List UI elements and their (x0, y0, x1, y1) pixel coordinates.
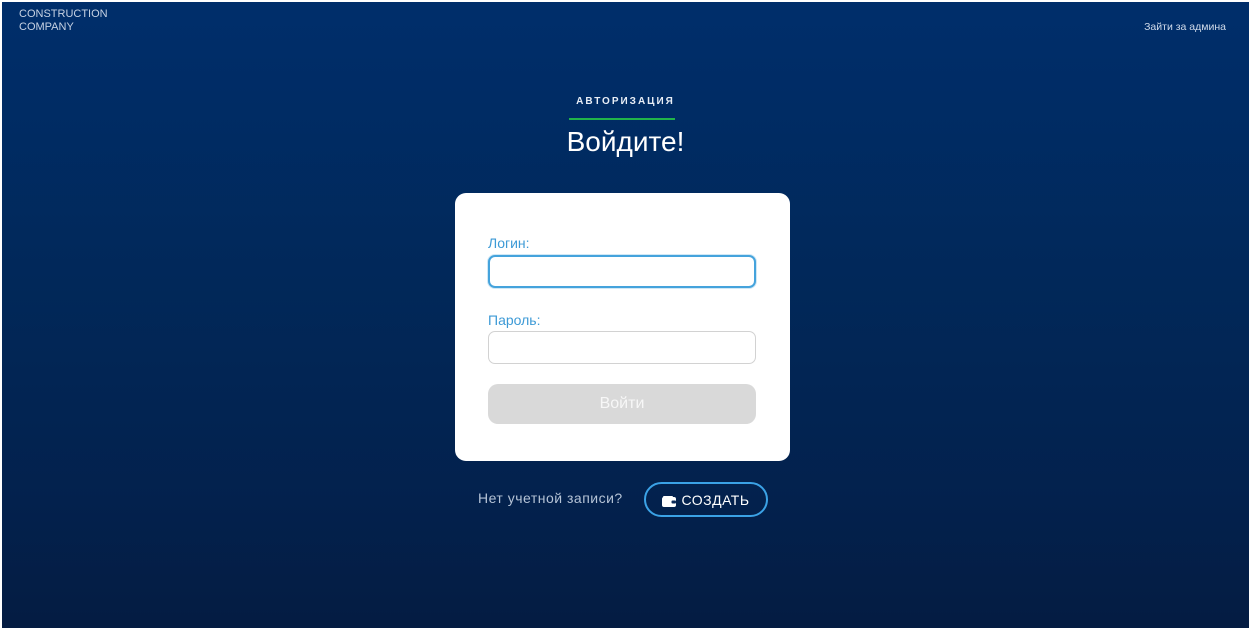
password-label: Пароль: (488, 312, 541, 328)
login-label: Логин: (488, 235, 530, 251)
login-submit-button[interactable]: Войти (488, 384, 756, 424)
wallet-icon (662, 494, 677, 507)
create-account-button[interactable]: СОЗДАТЬ (644, 482, 768, 517)
eyebrow-underline (569, 118, 675, 120)
password-input[interactable] (488, 331, 756, 364)
page-title: Войдите! (566, 126, 685, 157)
admin-login-link[interactable]: Зайти за админа (1144, 21, 1226, 33)
section-eyebrow: АВТОРИЗАЦИЯ (576, 96, 675, 107)
login-card: Логин: Пароль: Войти (455, 193, 790, 461)
create-button-label: СОЗДАТЬ (681, 491, 750, 508)
brand-line-2: COMPANY (19, 21, 74, 33)
brand-logo-link[interactable]: CONSTRUCTION COMPANY (19, 8, 108, 34)
brand-line-1: CONSTRUCTION (19, 8, 108, 20)
login-page: CONSTRUCTION COMPANY Зайти за админа АВТ… (2, 2, 1249, 628)
no-account-prompt: Нет учетной записи? (478, 490, 623, 506)
login-input[interactable] (488, 255, 756, 288)
